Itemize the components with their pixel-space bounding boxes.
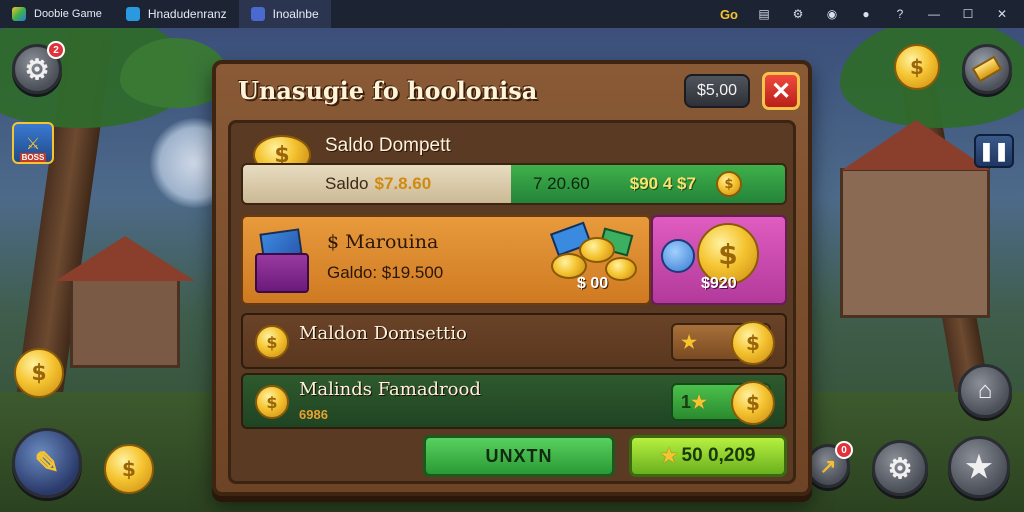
record-icon[interactable]: ◉ [824,6,840,22]
chest-body [255,253,309,293]
backpack-icon: ⌂ [977,377,993,404]
wallet-balance-value: $7.8.60 [374,174,432,193]
coin-tray-label[interactable]: Go [720,7,738,22]
left-coin-button[interactable]: $ [14,348,64,398]
row-1-action-button[interactable]: ★ $ [671,321,775,365]
dialog-content: $ Saldo Dompett Saldo $7.8.60 7 20.60 $9… [228,120,796,484]
row-1-star-icon: ★ [681,331,698,352]
close-icon: ✕ [770,77,792,105]
app-name: Doobie Game [34,8,102,20]
wallet-balance: Saldo $7.8.60 [243,165,511,203]
wallet-green-amounts: 7 20.60 $90 4 $7 $ [511,165,785,203]
row-2-star-icon: ★ [691,391,708,412]
row-2-subtitle: 6986 [299,407,328,422]
bottom-coin-button[interactable]: $ [104,444,154,494]
pause-icon: ❚❚ [978,140,1010,161]
price-chip-value: 5,00 [705,82,738,99]
game-icon [250,7,265,21]
pile-coin-3 [605,257,637,281]
app-logo-icon [12,7,26,21]
pause-button[interactable]: ❚❚ [974,134,1014,168]
row-1-action-coin: $ [731,321,775,365]
list-item-maldon[interactable]: $ Maldon Domsettio ★ $ [241,313,787,369]
scroll-icon: ✎ [34,446,60,480]
item-label: BOSS [19,153,47,162]
price-chip: $5,00 [684,74,750,108]
row-2-coin-icon: $ [255,385,289,419]
treasure-chest-icon [255,228,309,293]
tab-game-1[interactable]: Hnadudenranz [114,0,239,28]
wallet-balance-bar: Saldo $7.8.60 7 20.60 $90 4 $7 $ [241,163,787,205]
minimize-icon[interactable]: — [926,6,942,22]
wallet-balance-label: Saldo [325,174,369,193]
star-house-icon: ★ [965,450,993,484]
offer-pink[interactable]: $ $920 [651,215,787,305]
close-window-icon[interactable]: ✕ [994,6,1010,22]
row-1-coin-icon: $ [255,325,289,359]
wallet-coin-icon[interactable]: $ [715,171,742,197]
notification-icon[interactable]: ● [858,6,874,22]
tab-2-label: Inoalnbe [272,7,319,21]
offer-pink-price: $920 [701,275,737,292]
gear-menu-button[interactable]: ⚙ [872,440,928,496]
item-slot-button[interactable]: ⚔ BOSS [12,122,54,164]
right-house [840,168,990,318]
maximize-icon[interactable]: ☐ [960,6,976,22]
offer-marquina-title: $ Marouina [327,231,439,253]
gold-bar-icon [971,55,1003,83]
gear-icon: ⚙ [24,53,50,85]
quest-badge: 0 [835,441,853,459]
wallet-dialog: Unasugie fo hoolonisa $5,00 ✕ $ Saldo Do… [212,60,812,496]
close-button[interactable]: ✕ [762,72,800,110]
settings-button[interactable]: ⚙ 2 [12,41,65,94]
buy-button-label: 50 0,209 [681,445,756,466]
primary-button[interactable]: UNXTN [423,435,615,477]
tab-game-2[interactable]: Inoalnbe [238,0,331,28]
buy-star-icon: ★ [660,445,678,467]
row-1-title: Maldon Domsettio [299,323,467,344]
list-item-malinds[interactable]: $ Malinds Famadrood 6986 1 ★ $ [241,373,787,429]
quest-button[interactable]: ↗ 0 [806,441,853,488]
offer-marquina[interactable]: $ Marouina Galdo: $19.500 $ 00 [241,215,651,305]
settings-badge: 2 [47,41,65,59]
backpack-button[interactable]: ⌂ [958,364,1012,418]
row-2-action-count: 1 [681,391,692,412]
left-house [70,278,180,368]
home-star-button[interactable]: ★ [948,436,1010,498]
top-right-coin-button[interactable]: $ [894,44,940,90]
gold-bar-button[interactable] [962,44,1012,94]
price-chip-currency: $ [696,82,706,99]
right-house-roof [842,120,990,170]
quest-icon: ↗ [819,455,837,478]
window-controls: Go ▤ ⚙ ◉ ● ? — ☐ ✕ [720,6,1024,22]
wallet-amount-2: $90 4 $7 [629,174,696,193]
offer-marquina-price: $ 00 [577,275,609,292]
emulator-top-bar: Doobie Game Hnadudenranz Inoalnbe Go ▤ ⚙… [0,0,1024,28]
window-icon [125,7,140,21]
tab-1-label: Hnadudenranz [147,7,227,21]
row-2-title: Malinds Famadrood [299,379,481,400]
map-scroll-button[interactable]: ✎ [12,428,82,498]
dialog-title: Unasugie fo hoolonisa [238,76,538,105]
offer-marquina-balance: Galdo: $19.500 [327,263,444,282]
cog-icon: ⚙ [887,452,913,484]
settings-small-icon[interactable]: ⚙ [790,6,806,22]
left-house-roof [55,236,195,281]
wallet-title: Saldo Dompett [325,135,451,156]
sword-icon: ⚔ [25,136,41,153]
clipboard-icon[interactable]: ▤ [756,6,772,22]
help-icon[interactable]: ? [892,6,908,22]
row-2-action-coin: $ [731,381,775,425]
app-home-tab[interactable]: Doobie Game [0,0,114,28]
pink-gem-icon [661,239,695,273]
wallet-amount-1: 7 20.60 [533,174,590,193]
buy-button[interactable]: ★ 50 0,209 [629,435,787,477]
row-2-action-button[interactable]: 1 ★ $ [671,381,775,425]
